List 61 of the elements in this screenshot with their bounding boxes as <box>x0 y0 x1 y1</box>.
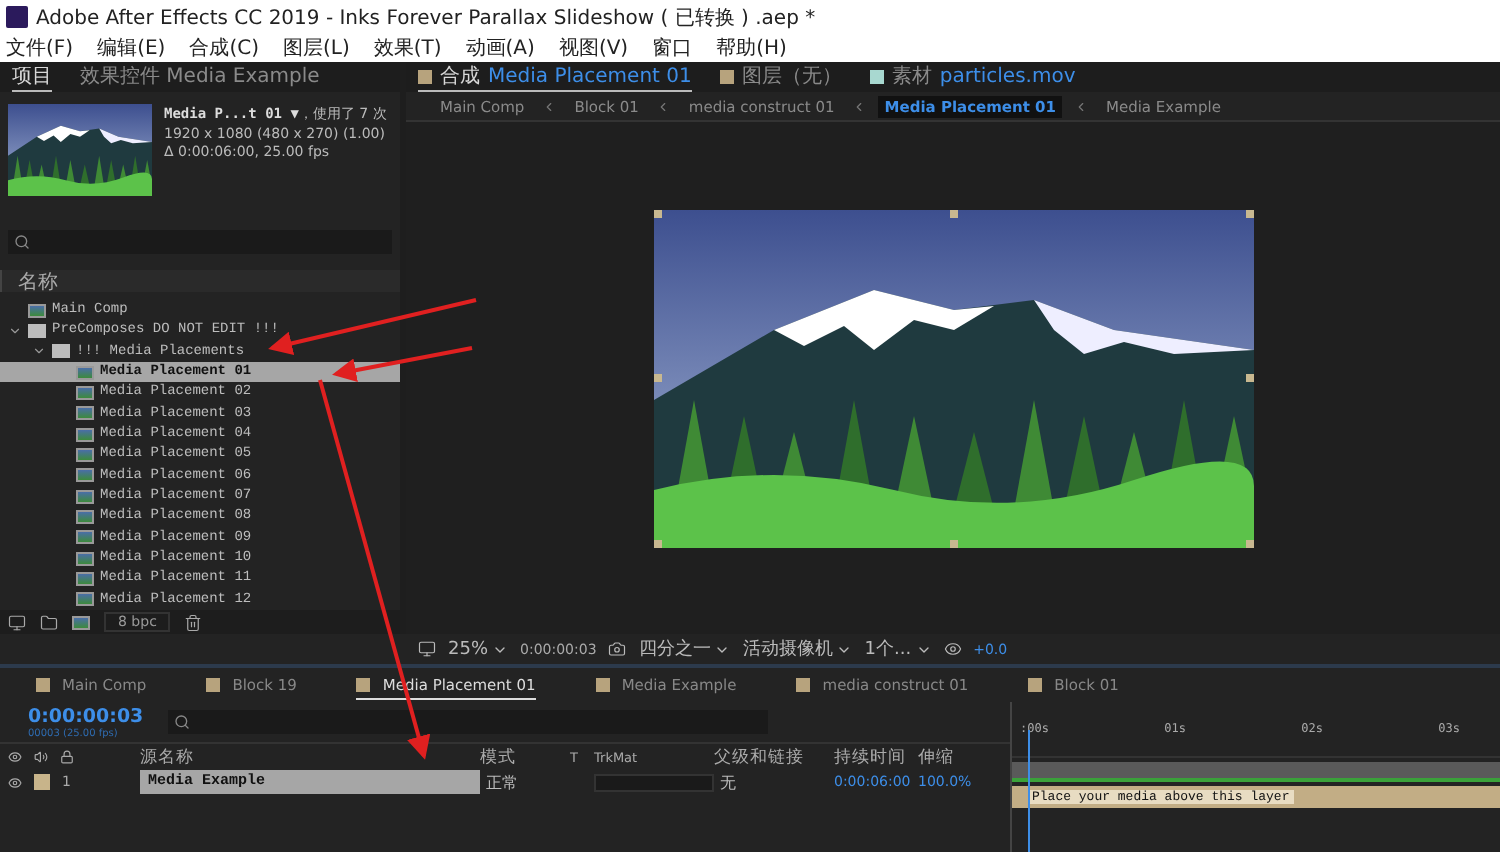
eye-icon[interactable] <box>8 775 22 789</box>
menu-item[interactable]: 视图(V) <box>558 34 629 62</box>
resize-handle[interactable] <box>653 539 661 547</box>
app-logo-icon <box>6 6 28 28</box>
monitor-icon[interactable] <box>8 613 26 631</box>
panel-tab[interactable]: 效果控件 Media Example <box>80 62 320 92</box>
eye-icon[interactable] <box>943 640 962 658</box>
camera-dropdown[interactable]: 活动摄像机 <box>742 636 853 662</box>
column-header[interactable]: 名称 <box>0 270 400 292</box>
eye-icon[interactable] <box>8 750 22 764</box>
track-matte-field[interactable] <box>594 773 714 791</box>
menu-item[interactable]: 窗口 <box>652 34 693 62</box>
resize-handle[interactable] <box>1245 373 1253 381</box>
timecode[interactable]: 0:00:00:03 <box>28 705 144 727</box>
resize-handle[interactable] <box>653 373 661 381</box>
lock-icon[interactable] <box>60 750 74 764</box>
column-header[interactable]: 模式 <box>480 745 570 769</box>
chevron-icon <box>542 99 557 113</box>
audio-icon[interactable] <box>34 750 48 764</box>
menu-item[interactable]: 效果(T) <box>373 34 442 62</box>
views-dropdown[interactable]: 1个... <box>864 636 932 662</box>
menu-item[interactable]: 动画(A) <box>465 34 535 62</box>
chevron-icon <box>852 99 867 113</box>
search-field[interactable] <box>167 710 768 734</box>
folder-icon[interactable] <box>40 613 58 631</box>
window-title: Adobe After Effects CC 2019 - Inks Forever Parallax Slideshow ( 已转换 ) .aep * <box>36 5 816 31</box>
column-header[interactable]: 持续时间 <box>834 745 918 769</box>
menu-item[interactable]: 文件(F) <box>6 34 74 62</box>
column-header[interactable]: 父级和链接 <box>714 745 834 769</box>
label-color[interactable] <box>34 774 50 790</box>
chevron-icon[interactable] <box>8 323 22 338</box>
thumbnail-drawing <box>8 104 152 196</box>
parent-dropdown[interactable]: 无 <box>714 771 834 793</box>
trash-icon[interactable] <box>184 613 203 631</box>
panel-tab[interactable]: 图层（无） <box>719 62 842 92</box>
resize-handle[interactable] <box>653 209 661 217</box>
composition-icon <box>28 303 46 318</box>
panel-tab[interactable]: 合成 Media Placement 01 <box>418 62 692 92</box>
menu-item[interactable]: 图层(L) <box>282 34 350 62</box>
resize-handle[interactable] <box>949 539 957 547</box>
column-header[interactable]: 源名称 <box>140 745 480 769</box>
column-header[interactable]: 伸缩 <box>918 745 998 769</box>
resize-handle[interactable] <box>1245 209 1253 217</box>
chevron-icon <box>1074 99 1088 113</box>
zoom-dropdown[interactable]: 25% <box>448 639 509 659</box>
resize-handle[interactable] <box>1245 539 1253 547</box>
menu-item[interactable]: 帮助(H) <box>716 34 787 62</box>
menu-item[interactable]: 合成(C) <box>189 34 259 62</box>
search-field[interactable] <box>8 230 392 254</box>
monitor-icon[interactable] <box>418 640 436 658</box>
resize-handle[interactable] <box>949 209 957 217</box>
camera-icon[interactable] <box>608 640 627 658</box>
chevron-icon <box>656 99 671 113</box>
menu-item[interactable]: 编辑(E) <box>97 34 166 62</box>
resolution-dropdown[interactable]: 四分之一 <box>638 636 731 662</box>
blend-mode-dropdown[interactable]: 正常 <box>480 771 570 793</box>
panel-tab[interactable]: 素材 particles.mov <box>869 62 1076 92</box>
chevron-icon[interactable] <box>32 344 46 359</box>
search-icon <box>14 234 30 250</box>
search-icon <box>173 714 190 730</box>
panel-tab[interactable]: 项目 <box>12 62 52 92</box>
